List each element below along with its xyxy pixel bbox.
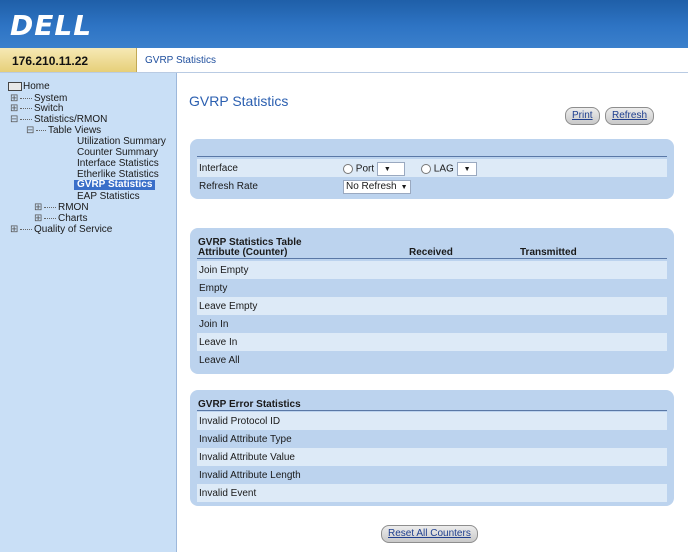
lag-radio-label: LAG xyxy=(433,163,454,175)
refresh-rate-select[interactable]: No Refresh ▼ xyxy=(343,180,411,194)
row-label: Invalid Attribute Length xyxy=(199,470,301,481)
sidebar-item-label: Statistics/RMON xyxy=(34,114,108,125)
tree-line xyxy=(36,129,46,131)
row-label: Leave All xyxy=(199,355,240,366)
sidebar-item-statistics-rmon[interactable]: ⊟ Statistics/RMON xyxy=(10,115,107,125)
lag-select[interactable]: ▼ xyxy=(456,162,477,176)
tree-line xyxy=(20,228,32,230)
sidebar-item-label: Counter Summary xyxy=(77,147,159,158)
gvrp-stats-panel: GVRP Statistics Table Attribute (Counter… xyxy=(190,228,674,374)
sidebar-item-switch[interactable]: ⊞ Switch xyxy=(10,104,63,114)
sidebar-item-label: Table Views xyxy=(48,125,102,136)
interface-row: Interface Port ▼ LAG ▼ xyxy=(197,159,667,177)
table-row: Empty xyxy=(197,279,667,297)
table-row: Leave In xyxy=(197,333,667,351)
table-divider xyxy=(197,410,667,411)
row-label: Join Empty xyxy=(199,265,249,276)
panel-divider xyxy=(197,156,667,157)
address-bar: 176.210.11.22 GVRP Statistics xyxy=(0,48,688,73)
dropdown-arrow-icon: ▼ xyxy=(383,166,391,173)
row-label: Invalid Attribute Value xyxy=(199,452,295,463)
port-option[interactable]: Port ▼ xyxy=(343,162,405,176)
tree-line xyxy=(20,97,32,99)
table-row: Invalid Attribute Value xyxy=(197,448,667,466)
gvrp-error-panel: GVRP Error Statistics Invalid Protocol I… xyxy=(190,390,674,506)
tree-line xyxy=(20,118,32,120)
sidebar-item-charts[interactable]: ⊞ Charts xyxy=(34,214,87,224)
sidebar-item-gvrp-statistics[interactable]: GVRP Statistics xyxy=(74,179,156,190)
dell-logo: DELL xyxy=(10,9,93,42)
sidebar-item-label: Quality of Service xyxy=(34,224,113,235)
table-row: Invalid Event xyxy=(197,484,667,502)
reset-all-counters-button[interactable]: Reset All Counters xyxy=(381,525,478,543)
table-row: Leave Empty xyxy=(197,297,667,315)
row-label: Empty xyxy=(199,283,228,294)
port-radio[interactable] xyxy=(343,164,353,174)
table-row: Invalid Protocol ID xyxy=(197,412,667,430)
sidebar-item-label: Charts xyxy=(58,213,88,224)
sidebar-item-counter-summary[interactable]: Counter Summary xyxy=(77,148,158,158)
col-received: Received xyxy=(409,247,453,258)
dropdown-arrow-icon: ▼ xyxy=(463,166,471,173)
expand-icon[interactable]: ⊞ xyxy=(10,104,18,114)
row-label: Leave In xyxy=(199,337,238,348)
col-transmitted: Transmitted xyxy=(520,247,577,258)
sidebar-item-label: RMON xyxy=(58,202,89,213)
table-row: Invalid Attribute Length xyxy=(197,466,667,484)
table-row: Leave All xyxy=(197,351,667,369)
print-button[interactable]: Print xyxy=(565,107,600,125)
breadcrumb[interactable]: GVRP Statistics xyxy=(145,55,216,66)
sidebar-item-interface-statistics[interactable]: Interface Statistics xyxy=(77,159,159,169)
device-ip: 176.210.11.22 xyxy=(12,54,89,68)
row-label: Invalid Attribute Type xyxy=(199,434,292,445)
refresh-button[interactable]: Refresh xyxy=(605,107,655,125)
sidebar-item-label: GVRP Statistics xyxy=(77,179,153,190)
sidebar-item-label: Switch xyxy=(34,103,64,114)
main-content: GVRP Statistics Print Refresh Interface … xyxy=(177,73,688,552)
row-label: Invalid Event xyxy=(199,488,257,499)
sidebar-item-label: Home xyxy=(23,81,50,93)
expand-icon[interactable]: ⊞ xyxy=(34,203,42,213)
error-table-title: GVRP Error Statistics xyxy=(198,399,301,410)
sidebar-item-table-views[interactable]: ⊟ Table Views xyxy=(26,126,101,136)
sidebar-item-home[interactable]: Home xyxy=(8,82,50,92)
home-folder-icon xyxy=(8,82,22,91)
ip-box: 176.210.11.22 xyxy=(0,48,137,72)
dropdown-arrow-icon: ▼ xyxy=(400,184,408,191)
sidebar: Home ⊞ System ⊞ Switch ⊟ Statistics/RMON ⊟ T… xyxy=(0,73,177,552)
sidebar-item-utilization-summary[interactable]: Utilization Summary xyxy=(77,137,166,147)
expand-icon[interactable]: ⊞ xyxy=(10,225,18,235)
sidebar-item-label: Utilization Summary xyxy=(77,136,166,147)
interface-label: Interface xyxy=(199,163,238,174)
interface-panel: Interface Port ▼ LAG ▼ Refresh Rate No R… xyxy=(190,139,674,199)
collapse-icon[interactable]: ⊟ xyxy=(26,126,34,136)
table-row: Invalid Attribute Type xyxy=(197,430,667,448)
table-row: Join Empty xyxy=(197,261,667,279)
collapse-icon[interactable]: ⊟ xyxy=(10,115,18,125)
table-divider xyxy=(197,258,667,259)
refresh-rate-row: Refresh Rate No Refresh ▼ xyxy=(197,177,667,195)
row-label: Leave Empty xyxy=(199,301,258,312)
lag-radio[interactable] xyxy=(421,164,431,174)
col-attribute: Attribute (Counter) xyxy=(198,247,288,258)
sidebar-item-eap-statistics[interactable]: EAP Statistics xyxy=(77,192,140,202)
port-select[interactable]: ▼ xyxy=(376,162,405,176)
sidebar-item-label: EAP Statistics xyxy=(77,191,140,202)
table-row: Join In xyxy=(197,315,667,333)
sidebar-item-quality-of-service[interactable]: ⊞ Quality of Service xyxy=(10,225,112,235)
sidebar-item-rmon[interactable]: ⊞ RMON xyxy=(34,203,89,213)
tree-line xyxy=(44,217,56,219)
expand-icon[interactable]: ⊞ xyxy=(34,214,42,224)
page-title: GVRP Statistics xyxy=(189,93,289,109)
lag-option[interactable]: LAG ▼ xyxy=(421,162,477,176)
sidebar-item-label: Interface Statistics xyxy=(77,158,159,169)
row-label: Invalid Protocol ID xyxy=(199,416,281,427)
tree-line xyxy=(20,107,32,109)
refresh-rate-value: No Refresh xyxy=(346,181,397,192)
row-label: Join In xyxy=(199,319,229,330)
tree-line xyxy=(44,206,56,208)
refresh-rate-label: Refresh Rate xyxy=(199,181,258,192)
top-banner: DELL xyxy=(0,0,688,48)
port-radio-label: Port xyxy=(355,163,375,175)
